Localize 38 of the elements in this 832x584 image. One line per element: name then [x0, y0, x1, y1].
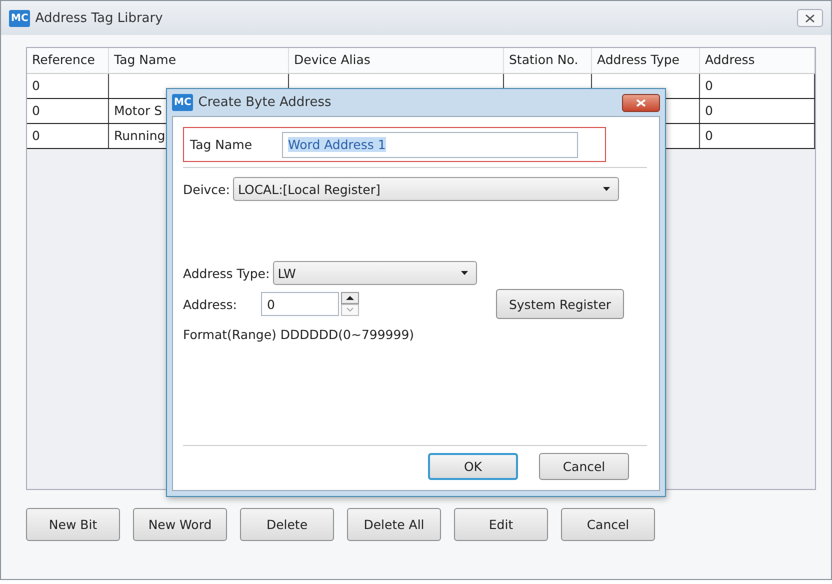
caret-icon[interactable] [602, 187, 610, 191]
table-cell: 0 [700, 124, 815, 148]
action-button[interactable]: Delete [240, 508, 334, 541]
field-label: Deivce: [183, 182, 230, 196]
dialog-button[interactable]: Cancel [539, 453, 629, 480]
dialog-button[interactable]: OK [428, 453, 518, 480]
action-button[interactable]: Edit [454, 508, 548, 541]
field-label: Address Type: [183, 266, 270, 280]
address-field[interactable]: 0 [261, 292, 339, 316]
table-cell: 0 [27, 99, 109, 123]
table-cell: 0 [27, 74, 109, 98]
action-button[interactable]: New Word [133, 508, 227, 541]
system-register-button[interactable]: System Register [496, 289, 624, 319]
action-button[interactable]: New Bit [26, 508, 120, 541]
close-icon[interactable] [805, 14, 815, 22]
format-range-text: Format(Range) DDDDDD(0~799999) [183, 327, 416, 342]
spin-arrows-icon[interactable] [341, 292, 359, 316]
device-dropdown[interactable]: LOCAL:[Local Register] [232, 177, 619, 201]
column-header[interactable]: Address [700, 48, 815, 73]
table-cell: 0 [27, 124, 109, 148]
app-logo: MC [172, 94, 194, 111]
action-button[interactable]: Cancel [561, 508, 655, 541]
address-type-dropdown[interactable]: LW [272, 261, 477, 285]
window-title: Address Tag Library [35, 10, 163, 26]
column-header[interactable]: Station No. [504, 48, 592, 73]
column-header[interactable]: Reference [27, 48, 109, 73]
field-label: Address: [183, 296, 238, 312]
column-header[interactable]: Address Type [592, 48, 700, 73]
close-button[interactable] [622, 94, 660, 112]
table-cell: 0 [700, 74, 815, 98]
column-header[interactable]: Device Alias [289, 48, 504, 73]
close-button[interactable] [797, 9, 823, 27]
column-header[interactable]: Tag Name [109, 48, 289, 73]
table-cell: 0 [700, 99, 815, 123]
action-button[interactable]: Delete All [347, 508, 441, 541]
tag-name-field[interactable]: Word Address 1 [282, 132, 578, 158]
caret-icon[interactable] [460, 271, 468, 275]
app-logo: MC [9, 10, 30, 26]
